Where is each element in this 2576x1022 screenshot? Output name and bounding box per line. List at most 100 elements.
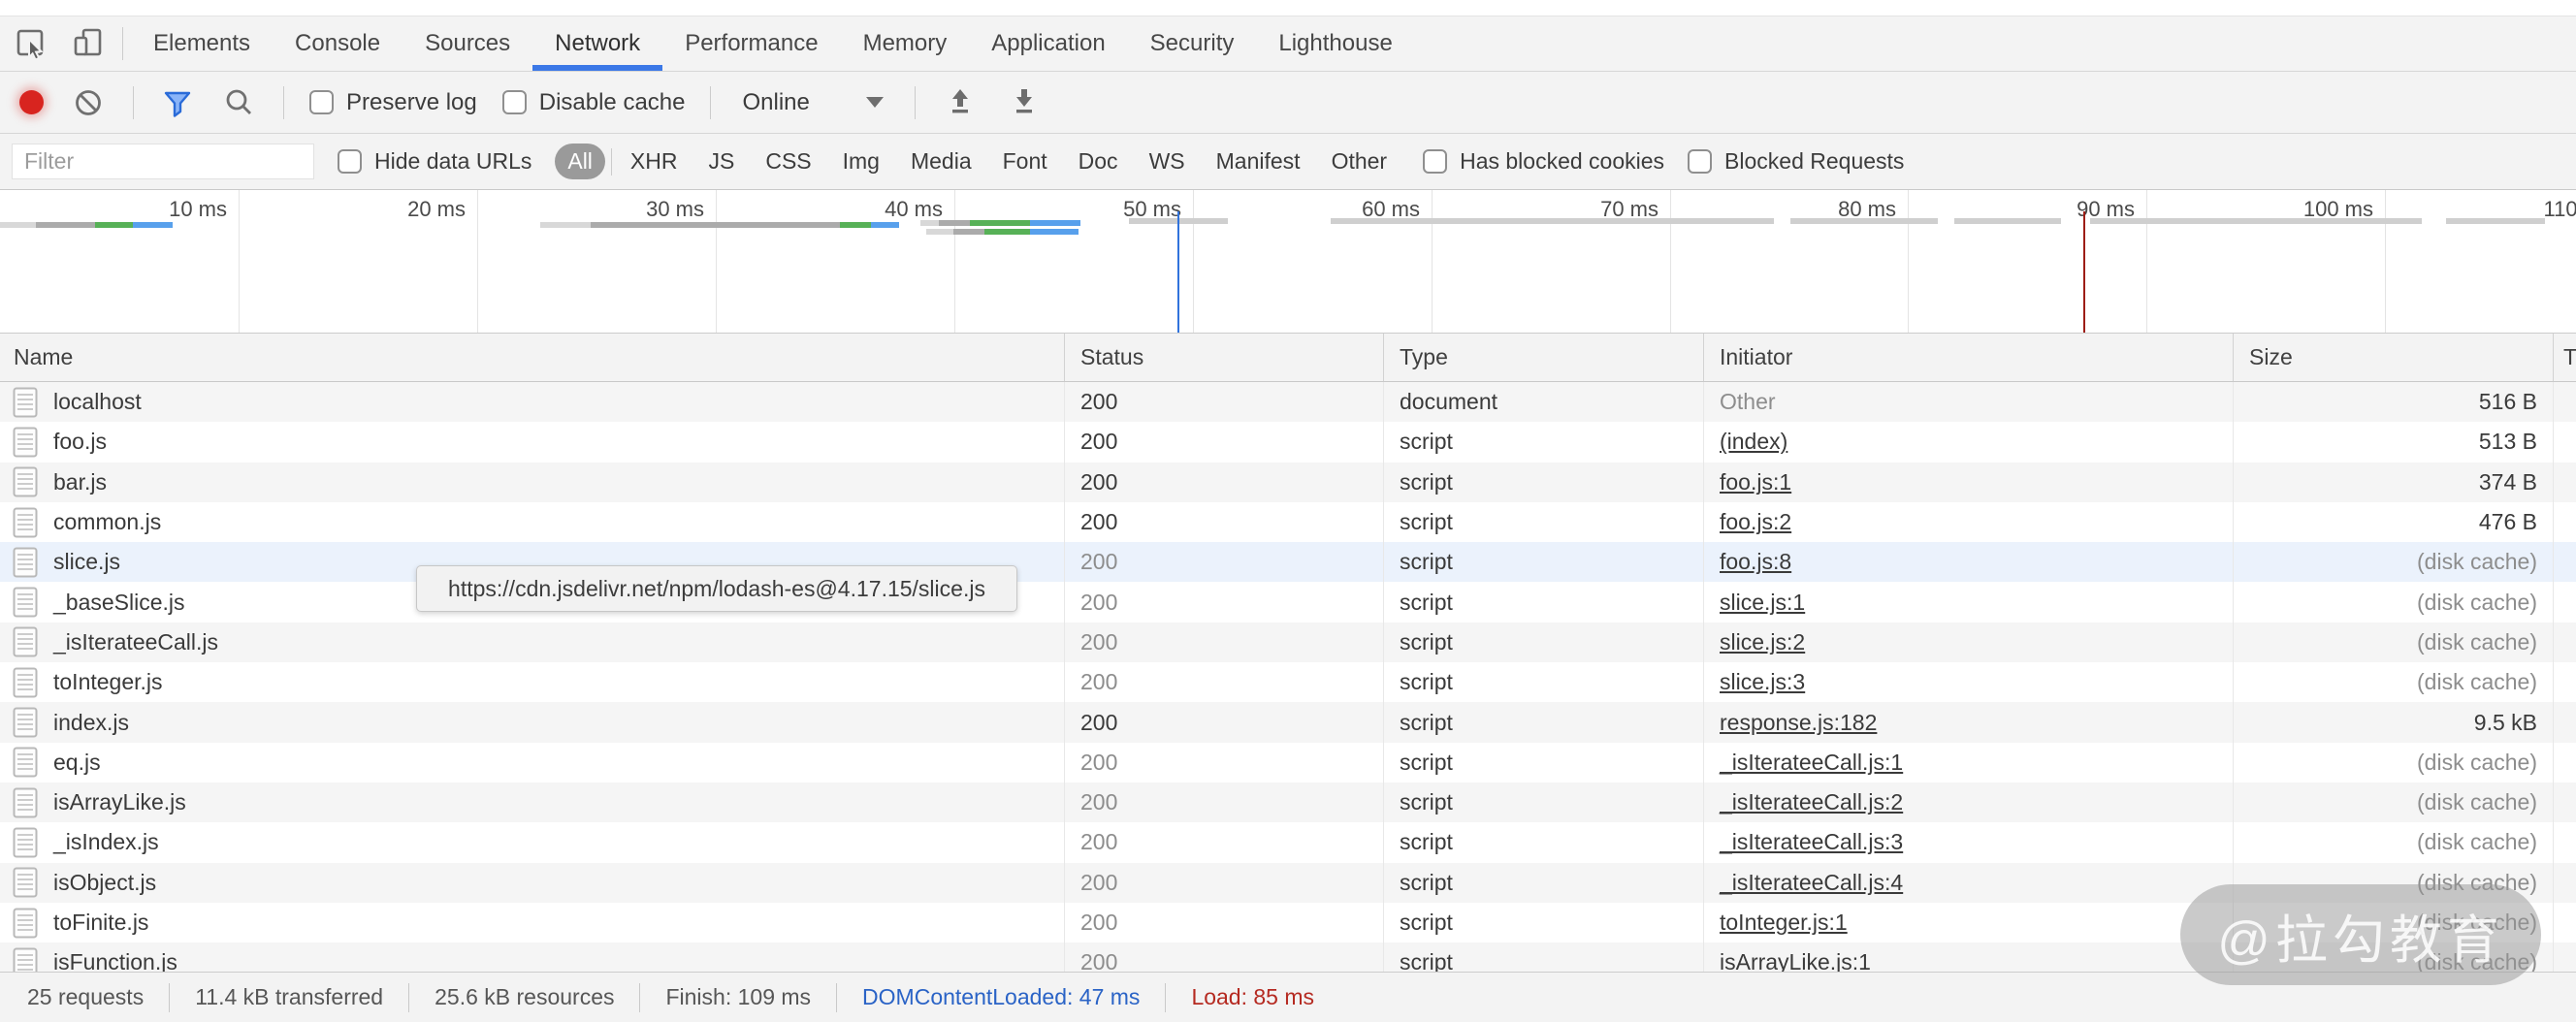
table-row-_isIterateeCall.js[interactable]: _isIterateeCall.js 200 script slice.js:2… (0, 623, 2576, 662)
column-header-initiator[interactable]: Initiator (1704, 334, 2234, 381)
toolbar-divider-3 (710, 86, 711, 119)
table-row-common.js[interactable]: common.js 200 script foo.js:2 476 B (0, 502, 2576, 542)
tabbar-left-icons (0, 16, 122, 71)
request-initiator[interactable]: slice.js:2 (1720, 629, 1805, 655)
table-row-slice.js[interactable]: slice.js 200 script foo.js:8 (disk cache… (0, 542, 2576, 582)
inspect-element-icon[interactable] (12, 24, 50, 63)
hide-data-urls-checkbox[interactable]: Hide data URLs (338, 148, 531, 175)
type-filter-manifest[interactable]: Manifest (1204, 144, 1313, 179)
request-initiator[interactable]: _isIterateeCall.js:1 (1720, 750, 1903, 776)
request-status: 200 (1065, 582, 1384, 622)
request-initiator[interactable]: isArrayLike.js:1 (1720, 949, 1871, 972)
type-filter-doc[interactable]: Doc (1066, 144, 1131, 179)
record-button[interactable] (19, 90, 44, 114)
request-initiator[interactable]: _isIterateeCall.js:2 (1720, 789, 1903, 815)
table-row-isArrayLike.js[interactable]: isArrayLike.js 200 script _isIterateeCal… (0, 782, 2576, 822)
table-row-localhost[interactable]: localhost 200 document Other 516 B (0, 382, 2576, 422)
checkbox-box[interactable] (502, 90, 527, 114)
statusbar-load[interactable]: Load: 85 ms (1166, 984, 1339, 1010)
device-toolbar-icon[interactable] (70, 24, 109, 63)
statusbar-summary-2: 25.6 kB resources (409, 984, 639, 1010)
filter-input[interactable] (12, 144, 314, 179)
table-row-_isIndex.js[interactable]: _isIndex.js 200 script _isIterateeCall.j… (0, 822, 2576, 862)
table-row-bar.js[interactable]: bar.js 200 script foo.js:1 374 B (0, 463, 2576, 502)
waterfall-segment-wait (953, 229, 984, 235)
has-blocked-cookies-checkbox[interactable]: Has blocked cookies (1423, 148, 1664, 175)
filter-toggle-icon[interactable] (159, 84, 196, 121)
overview-timeline[interactable]: 10 ms20 ms30 ms40 ms50 ms60 ms70 ms80 ms… (0, 190, 2576, 334)
tab-lighthouse[interactable]: Lighthouse (1256, 16, 1414, 71)
type-filter-other[interactable]: Other (1319, 144, 1401, 179)
tab-console[interactable]: Console (273, 16, 402, 71)
clear-button[interactable] (69, 83, 108, 122)
type-filter-xhr[interactable]: XHR (618, 144, 691, 179)
request-initiator[interactable]: foo.js:2 (1720, 509, 1791, 535)
statusbar-domcontentloaded[interactable]: DOMContentLoaded: 47 ms (837, 984, 1165, 1010)
checkbox-box[interactable] (1423, 149, 1447, 174)
request-initiator[interactable]: toInteger.js:1 (1720, 910, 1848, 936)
type-filter-font[interactable]: Font (990, 144, 1060, 179)
request-initiator[interactable]: _isIterateeCall.js:3 (1720, 829, 1903, 855)
request-type: script (1384, 463, 1704, 502)
import-har-icon[interactable] (941, 83, 980, 122)
request-initiator[interactable]: response.js:182 (1720, 710, 1877, 736)
tab-elements[interactable]: Elements (131, 16, 273, 71)
type-filter-css[interactable]: CSS (753, 144, 823, 179)
checkbox-box[interactable] (309, 90, 334, 114)
request-name: foo.js (53, 429, 107, 455)
request-initiator[interactable]: (index) (1720, 429, 1787, 455)
request-status: 200 (1065, 542, 1384, 582)
timeline-gridline (1193, 190, 1194, 333)
tab-performance[interactable]: Performance (662, 16, 840, 71)
column-header-type[interactable]: Type (1384, 334, 1704, 381)
waterfall-segment-stalled (926, 229, 953, 235)
type-filter-js[interactable]: JS (695, 144, 747, 179)
throttling-select[interactable]: Online (736, 89, 888, 116)
table-row-_baseSlice.js[interactable]: _baseSlice.js 200 script slice.js:1 (dis… (0, 582, 2576, 622)
type-filter-ws[interactable]: WS (1137, 144, 1198, 179)
request-initiator[interactable]: slice.js:1 (1720, 590, 1805, 616)
column-header-status[interactable]: Status (1065, 334, 1384, 381)
checkbox-box[interactable] (1688, 149, 1712, 174)
tab-sources[interactable]: Sources (402, 16, 532, 71)
tab-application[interactable]: Application (969, 16, 1127, 71)
checkbox-box[interactable] (338, 149, 362, 174)
request-initiator[interactable]: foo.js:1 (1720, 469, 1791, 495)
waterfall-segment-download (1030, 220, 1080, 226)
preserve-log-label: Preserve log (346, 89, 477, 116)
type-filter-img[interactable]: Img (830, 144, 892, 179)
request-time (2554, 422, 2576, 462)
document-icon (13, 387, 38, 418)
search-icon[interactable] (221, 84, 258, 121)
blocked-requests-checkbox[interactable]: Blocked Requests (1688, 148, 1904, 175)
table-row-eq.js[interactable]: eq.js 200 script _isIterateeCall.js:1 (d… (0, 743, 2576, 782)
request-initiator[interactable]: slice.js:3 (1720, 669, 1805, 695)
tab-memory[interactable]: Memory (841, 16, 970, 71)
request-initiator[interactable]: _isIterateeCall.js:4 (1720, 870, 1903, 896)
preserve-log-checkbox[interactable]: Preserve log (309, 89, 477, 116)
requests-table: localhost 200 document Other 516 B foo.j… (0, 382, 2576, 972)
table-row-toInteger.js[interactable]: toInteger.js 200 script slice.js:3 (disk… (0, 662, 2576, 702)
column-header-name[interactable]: Name (0, 334, 1065, 381)
request-status: 200 (1065, 382, 1384, 422)
request-name: _isIndex.js (53, 829, 159, 855)
toolbar-divider-4 (915, 86, 916, 119)
table-row-isObject.js[interactable]: isObject.js 200 script _isIterateeCall.j… (0, 863, 2576, 903)
request-name: isFunction.js (53, 949, 177, 972)
export-har-icon[interactable] (1005, 83, 1044, 122)
request-size: 374 B (2234, 463, 2554, 502)
request-initiator[interactable]: foo.js:8 (1720, 549, 1791, 575)
timeline-gridline (239, 190, 240, 333)
table-row-index.js[interactable]: index.js 200 script response.js:182 9.5 … (0, 702, 2576, 742)
request-time (2554, 743, 2576, 782)
disable-cache-checkbox[interactable]: Disable cache (502, 89, 686, 116)
type-filter-all[interactable]: All (555, 144, 605, 179)
request-status: 200 (1065, 422, 1384, 462)
type-filter-media[interactable]: Media (898, 144, 984, 179)
column-header-size[interactable]: Size (2234, 334, 2554, 381)
tab-security[interactable]: Security (1128, 16, 1257, 71)
table-row-foo.js[interactable]: foo.js 200 script (index) 513 B (0, 422, 2576, 462)
column-header-time[interactable]: Time (2554, 334, 2576, 381)
document-icon (13, 466, 38, 497)
tab-network[interactable]: Network (532, 16, 662, 71)
